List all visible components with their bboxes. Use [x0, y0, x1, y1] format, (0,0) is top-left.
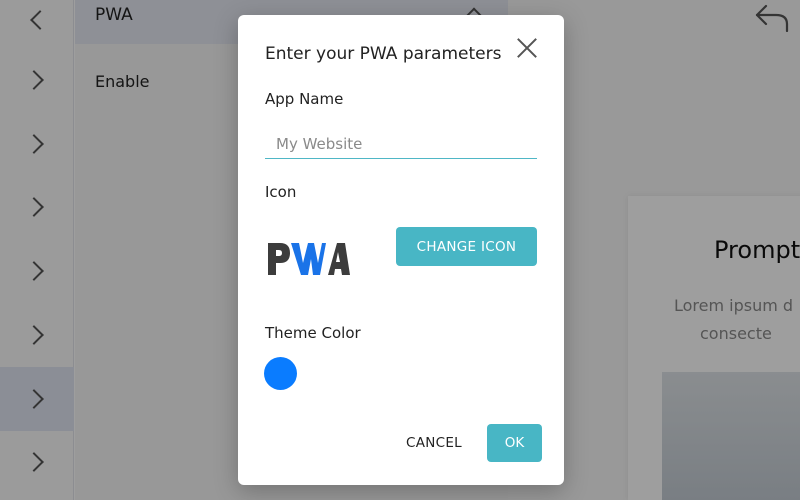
ok-button[interactable]: OK	[487, 424, 542, 462]
icon-label: Icon	[265, 183, 297, 201]
theme-color-swatch[interactable]	[264, 357, 297, 390]
app-name-label: App Name	[265, 90, 344, 108]
close-icon[interactable]	[514, 35, 540, 61]
pwa-parameters-dialog: Enter your PWA parameters App Name Icon …	[238, 15, 564, 485]
dialog-title: Enter your PWA parameters	[265, 44, 502, 64]
app-name-input[interactable]	[265, 129, 537, 159]
change-icon-button[interactable]: CHANGE ICON	[396, 227, 537, 266]
cancel-button[interactable]: CANCEL	[394, 427, 474, 459]
pwa-logo-icon	[268, 243, 350, 275]
theme-color-label: Theme Color	[265, 324, 361, 342]
